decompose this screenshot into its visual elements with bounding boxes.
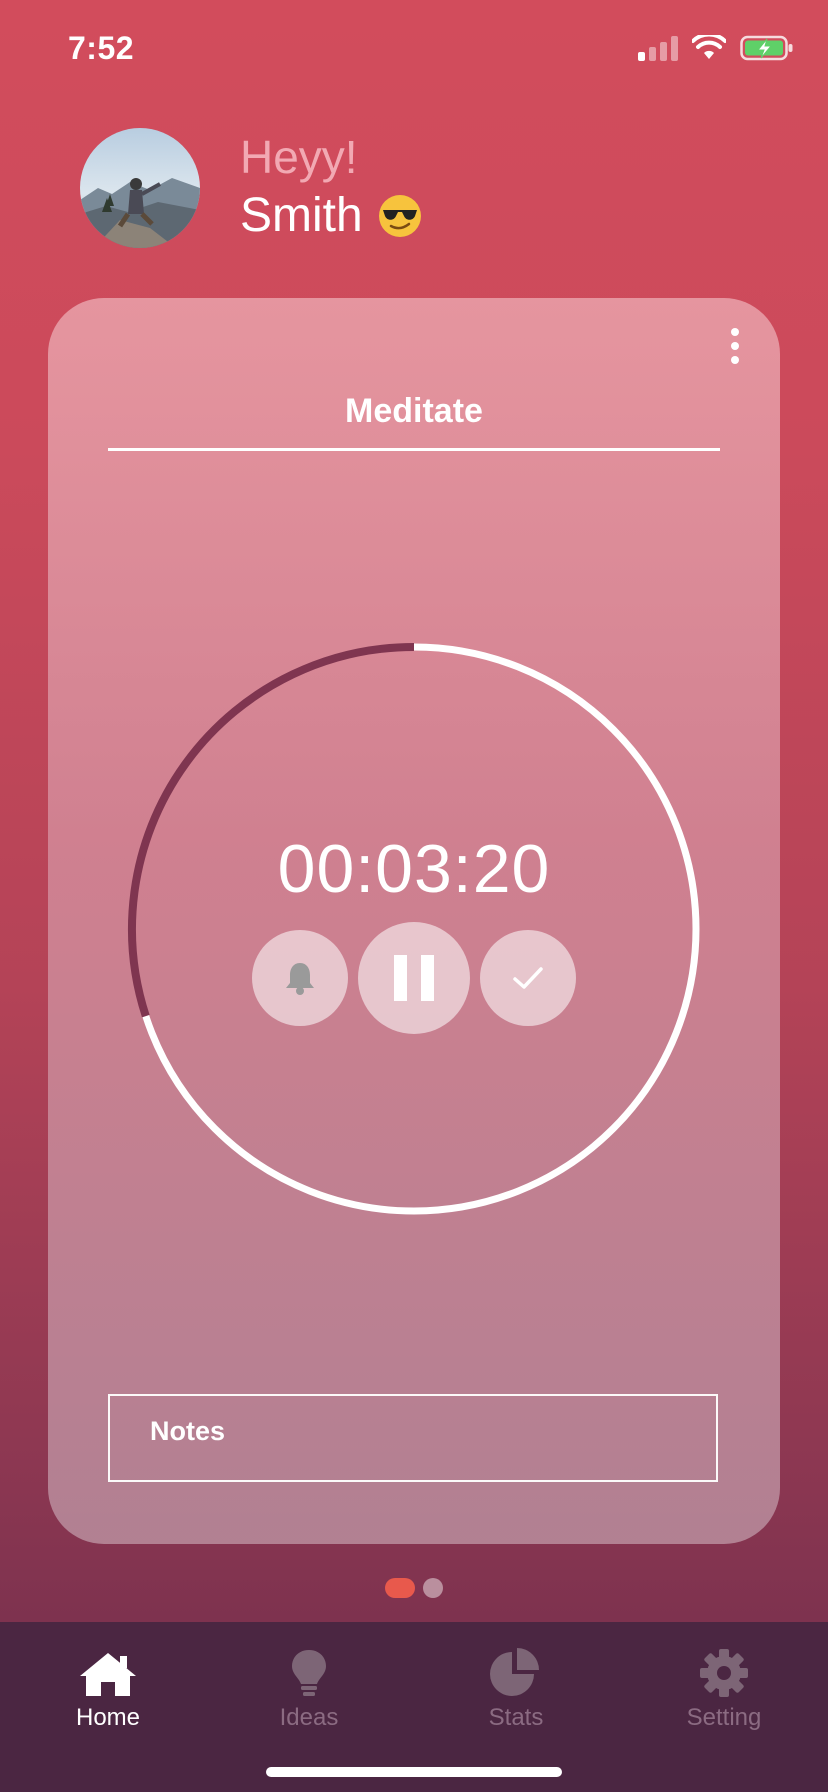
wifi-icon <box>692 35 726 59</box>
bell-button[interactable] <box>252 930 348 1026</box>
pause-icon <box>394 955 434 1001</box>
tab-home-label: Home <box>75 1704 141 1731</box>
more-options-icon[interactable] <box>730 328 740 364</box>
tab-home[interactable]: Home <box>28 1622 188 1732</box>
pie-chart-icon <box>490 1648 539 1696</box>
tab-setting[interactable]: Setting <box>644 1622 804 1732</box>
meditation-card: Meditate 00:03:20 Notes <box>48 298 780 1544</box>
bell-icon <box>286 963 314 995</box>
notes-field[interactable]: Notes <box>108 1394 718 1482</box>
cellular-signal-icon <box>638 35 678 61</box>
avatar[interactable] <box>80 128 200 248</box>
sunglasses-emoji-icon <box>378 194 421 237</box>
notes-label: Notes <box>150 1416 226 1446</box>
tab-ideas[interactable]: Ideas <box>229 1622 389 1732</box>
lightbulb-icon <box>292 1650 326 1696</box>
user-name: Smith <box>240 189 363 242</box>
tab-setting-label: Setting <box>686 1704 762 1731</box>
page-indicator <box>0 1578 828 1598</box>
greeting-name-row: Smith <box>240 188 423 243</box>
status-time: 7:52 <box>68 30 135 66</box>
app-screen: 7:52 Heyy! Smith Meditate 00:03:20 Notes… <box>0 0 828 1792</box>
battery-charging-icon <box>740 35 793 61</box>
page-dot[interactable] <box>423 1578 443 1598</box>
tab-stats[interactable]: Stats <box>436 1622 596 1732</box>
tab-stats-label: Stats <box>488 1704 544 1731</box>
check-icon <box>513 967 543 989</box>
gear-icon <box>700 1649 748 1697</box>
title-underline <box>108 448 720 451</box>
page-dot-active[interactable] <box>385 1578 415 1598</box>
timer-display: 00:03:20 <box>277 831 551 907</box>
activity-title[interactable]: Meditate <box>48 392 780 431</box>
pause-button[interactable] <box>358 922 470 1034</box>
complete-button[interactable] <box>480 930 576 1026</box>
status-icons <box>638 34 794 62</box>
greeting-salutation: Heyy! <box>240 131 358 183</box>
tab-ideas-label: Ideas <box>279 1704 339 1731</box>
home-indicator[interactable] <box>266 1767 562 1777</box>
home-icon <box>80 1653 136 1696</box>
